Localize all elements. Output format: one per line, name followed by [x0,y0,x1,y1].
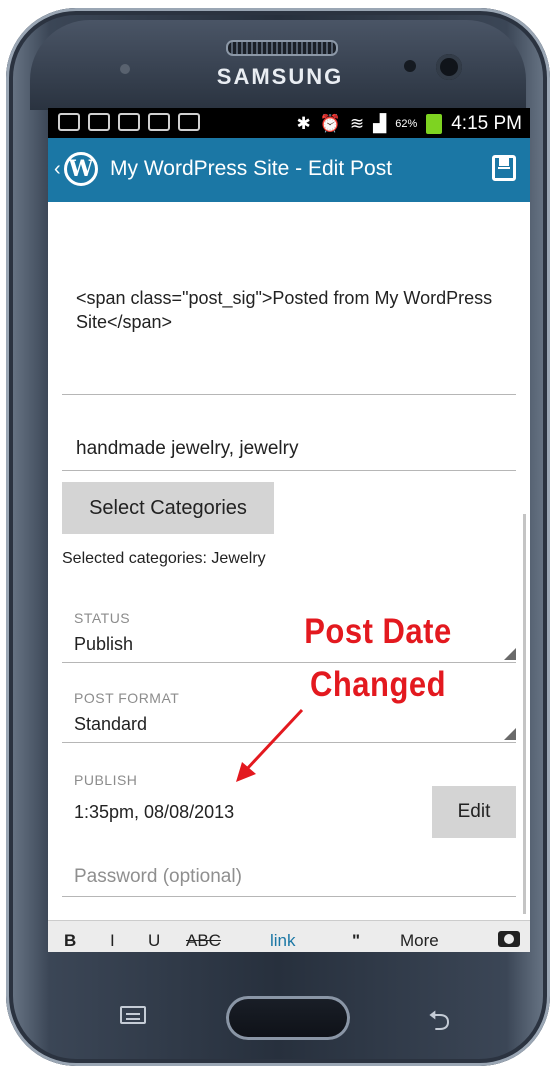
back-key-icon[interactable]: ⮌ [428,1000,450,1048]
annotation-arrow-icon [236,708,304,782]
home-button[interactable] [226,996,350,1040]
menu-key-icon[interactable] [120,1006,146,1024]
